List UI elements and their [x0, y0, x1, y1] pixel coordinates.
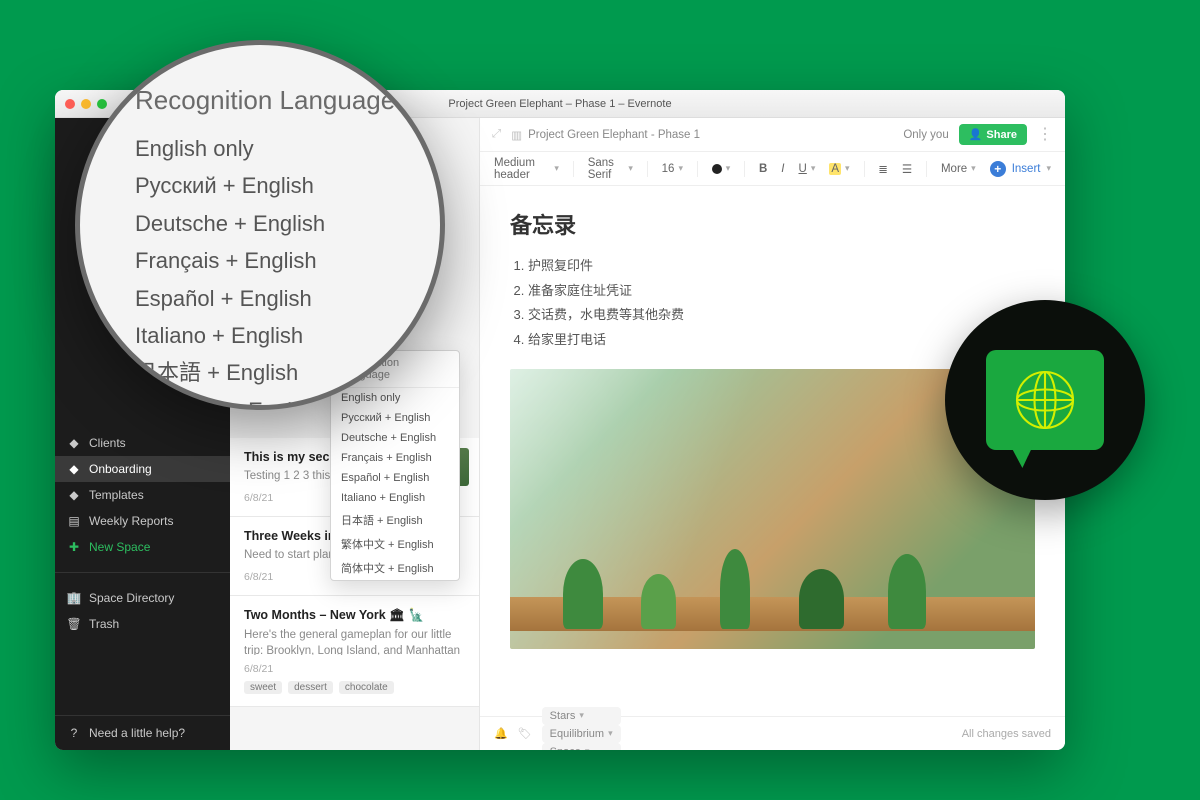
plus-icon: ✚	[67, 540, 81, 554]
language-option[interactable]: 繁体中文 + English	[331, 532, 459, 556]
editor-header: ⤢ ▥ Project Green Elephant - Phase 1 Onl…	[480, 118, 1065, 152]
close-icon[interactable]	[65, 99, 75, 109]
only-you-label[interactable]: Only you	[903, 129, 948, 141]
number-list-button[interactable]: ☰	[902, 162, 912, 176]
expand-icon[interactable]: ⤢	[492, 128, 501, 141]
trash-icon: 🗑	[67, 617, 81, 631]
breadcrumb[interactable]: Project Green Elephant - Phase 1	[528, 129, 700, 141]
highlight-button[interactable]: A▾	[829, 163, 849, 175]
notebook-icon: ▥	[511, 128, 522, 142]
window-title: Project Green Elephant – Phase 1 – Evern…	[448, 98, 671, 110]
language-option-zoomed: English only	[135, 130, 410, 167]
building-icon: 🏢	[67, 591, 81, 605]
sidebar-item-label: Space Directory	[89, 591, 174, 605]
sidebar-item-trash[interactable]: 🗑 Trash	[55, 611, 230, 637]
sidebar-help-label: Need a little help?	[89, 726, 185, 740]
sidebar-help[interactable]: ? Need a little help?	[55, 715, 230, 750]
help-icon: ?	[67, 726, 81, 740]
sidebar-item-weekly-reports[interactable]: ▤ Weekly Reports	[55, 508, 230, 534]
sidebar-item-label: Trash	[89, 617, 119, 631]
text-color-picker[interactable]: ▾	[712, 163, 731, 174]
language-feature-badge	[945, 300, 1145, 500]
more-format-button[interactable]: More▾	[941, 163, 976, 175]
sidebar-item-clients[interactable]: ◆ Clients	[55, 430, 230, 456]
tag-icon[interactable]: 🏷	[518, 727, 532, 740]
paragraph-style-select[interactable]: Medium header▾	[494, 157, 559, 181]
share-button[interactable]: 👤 Share	[959, 124, 1027, 145]
cube-icon: ◆	[67, 436, 81, 450]
person-icon: 👤	[969, 128, 983, 141]
plus-icon: +	[990, 161, 1006, 177]
language-option-zoomed: Español + English	[135, 280, 410, 317]
tag[interactable]: sweet	[244, 681, 282, 694]
sidebar-item-label: New Space	[89, 540, 150, 554]
language-option[interactable]: Deutsche + English	[331, 428, 459, 448]
language-option-zoomed: Italiano + English	[135, 317, 410, 354]
tag[interactable]: chocolate	[339, 681, 394, 694]
cube-icon: ◆	[67, 462, 81, 476]
globe-icon	[1010, 365, 1080, 435]
language-option[interactable]: Italiano + English	[331, 488, 459, 508]
insert-button[interactable]: + Insert ▾	[990, 161, 1051, 177]
note-card[interactable]: Two Months – New York 🏛 🗽 Here's the gen…	[230, 596, 479, 707]
editor-footer: 🔔 🏷 Stars ▾Equilibrium ▾Space ▾ All chan…	[480, 716, 1065, 750]
note-title[interactable]: 备忘录	[510, 208, 1035, 240]
language-option-zoomed: Deutsche + English	[135, 205, 410, 242]
magnifier-title: Recognition Language	[135, 85, 410, 116]
sidebar-item-label: Onboarding	[89, 462, 152, 476]
language-option-zoomed: Français + English	[135, 242, 410, 279]
sidebar-item-label: Clients	[89, 436, 126, 450]
more-actions-icon[interactable]: ⋮	[1037, 127, 1053, 143]
bullet-list-button[interactable]: ≣	[878, 162, 888, 176]
tag-pill[interactable]: Equilibrium ▾	[542, 725, 621, 743]
magnifier-callout: Recognition Language English onlyРусский…	[75, 40, 445, 410]
font-family-select[interactable]: Sans Serif▾	[588, 157, 633, 181]
language-option[interactable]: Español + English	[331, 468, 459, 488]
language-option[interactable]: 简体中文 + English	[331, 556, 459, 580]
speech-bubble-icon	[986, 350, 1104, 450]
doc-icon: ▤	[67, 514, 81, 528]
sidebar-item-onboarding[interactable]: ◆ Onboarding	[55, 456, 230, 482]
underline-button[interactable]: U▾	[799, 163, 816, 175]
language-option-zoomed: Русский + English	[135, 167, 410, 204]
list-item[interactable]: 护照复印件	[528, 254, 1035, 279]
sidebar-item-space-directory[interactable]: 🏢 Space Directory	[55, 585, 230, 611]
save-status: All changes saved	[962, 728, 1051, 740]
bold-button[interactable]: B	[759, 163, 767, 175]
language-option[interactable]: Русский + English	[331, 408, 459, 428]
language-option[interactable]: 日本語 + English	[331, 508, 459, 532]
list-item[interactable]: 准备家庭住址凭证	[528, 279, 1035, 304]
sidebar-item-label: Templates	[89, 488, 144, 502]
tag-pill[interactable]: Space ▾	[542, 743, 621, 751]
language-option[interactable]: Français + English	[331, 448, 459, 468]
note-card-date: 6/8/21	[244, 663, 465, 675]
note-card-title: Two Months – New York 🏛 🗽	[244, 608, 465, 623]
reminder-icon[interactable]: 🔔	[494, 727, 508, 740]
sidebar-item-new-space[interactable]: ✚ New Space	[55, 534, 230, 560]
tag[interactable]: dessert	[288, 681, 333, 694]
font-size-select[interactable]: 16▾	[662, 163, 683, 175]
format-toolbar: Medium header▾ Sans Serif▾ 16▾ ▾ B I U▾	[480, 152, 1065, 186]
sidebar-item-templates[interactable]: ◆ Templates	[55, 482, 230, 508]
note-card-snippet: Here's the general gameplan for our litt…	[244, 627, 465, 655]
ordered-list[interactable]: 护照复印件准备家庭住址凭证交话费，水电费等其他杂费给家里打电话	[528, 254, 1035, 353]
sidebar-item-label: Weekly Reports	[89, 514, 173, 528]
list-item[interactable]: 交话费，水电费等其他杂费	[528, 303, 1035, 328]
italic-button[interactable]: I	[781, 163, 784, 175]
language-option-zoomed: 日本語 + English	[135, 354, 410, 391]
tag-pill[interactable]: Stars ▾	[542, 707, 621, 725]
share-label: Share	[986, 129, 1017, 141]
cube-icon: ◆	[67, 488, 81, 502]
